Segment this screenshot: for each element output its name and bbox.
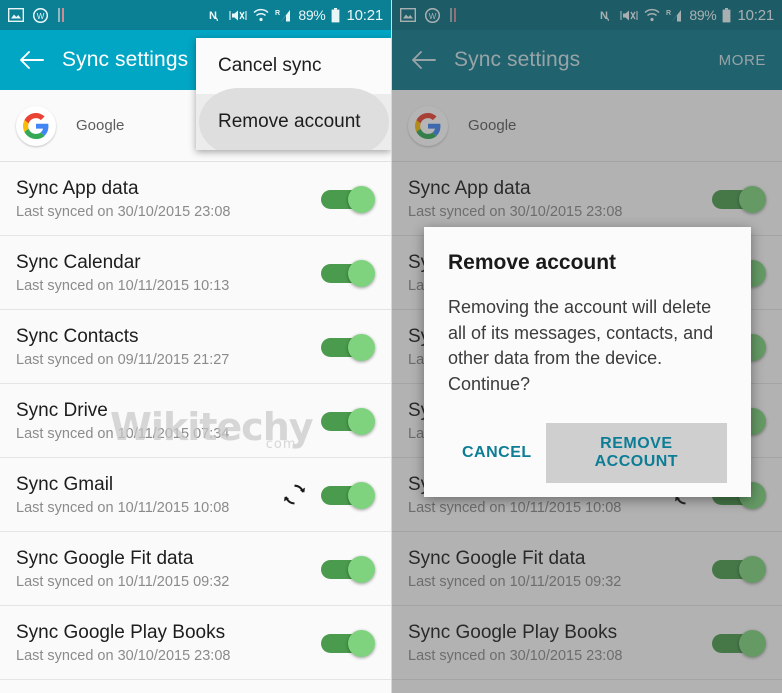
sync-row-controls: [321, 629, 375, 657]
sync-row-texts: Sync Calendar Last synced on 10/11/2015 1…: [16, 252, 321, 294]
vibrate-mute-icon: [229, 8, 247, 23]
toggle-thumb: [348, 555, 375, 583]
dialog-title: Remove account: [448, 251, 617, 274]
sync-row[interactable]: Sync App data Last synced on 30/10/2015 2…: [0, 162, 391, 236]
sync-row-controls: [321, 259, 375, 287]
sync-row-controls: [282, 481, 375, 509]
svg-text:N: N: [209, 10, 217, 22]
sync-row-texts: Sync Drive Last synced on 10/11/2015 07:3…: [16, 400, 321, 442]
sync-toggle[interactable]: [321, 185, 375, 213]
toggle-thumb: [348, 185, 375, 213]
cancel-button[interactable]: CANCEL: [448, 434, 546, 472]
sync-row-subtitle: Last synced on 09/11/2015 21:27: [16, 351, 230, 368]
sync-row-controls: [321, 407, 375, 435]
sync-row-title: Sync Contacts: [16, 325, 139, 347]
menu-item-cancel-sync[interactable]: Cancel sync: [196, 38, 391, 94]
toggle-thumb: [348, 407, 375, 435]
status-bar-left-icons: W: [8, 7, 65, 23]
account-type-label: Google: [76, 116, 125, 134]
sync-row-title: Sync Drive: [16, 399, 108, 421]
sync-settings-content: Google Sync App data Last synced on 30/10…: [0, 90, 391, 693]
toggle-thumb: [348, 259, 375, 287]
back-arrow-icon[interactable]: [16, 45, 46, 75]
sync-row-controls: [321, 555, 375, 583]
overflow-menu: Cancel sync Remove account: [196, 38, 391, 150]
sync-row-subtitle: Last synced on 30/10/2015 23:08: [16, 203, 231, 220]
sync-toggle[interactable]: [321, 407, 375, 435]
page-title: Sync settings: [62, 48, 189, 71]
sync-row-subtitle: Last synced on 10/11/2015 07:34: [16, 425, 230, 442]
weather-widget-icon: W: [33, 7, 48, 23]
sync-toggle[interactable]: [321, 481, 375, 509]
sync-row-texts: Sync Contacts Last synced on 09/11/2015 2…: [16, 326, 321, 368]
menu-item-remove-account[interactable]: Remove account: [196, 94, 391, 150]
account-text: Google: [76, 117, 124, 135]
sync-row-title: Sync Google Play Books: [16, 621, 226, 643]
sync-toggle[interactable]: [321, 555, 375, 583]
sync-items-list: Sync App data Last synced on 30/10/2015 2…: [0, 162, 391, 680]
sync-toggle[interactable]: [321, 629, 375, 657]
battery-icon: [331, 7, 340, 23]
sync-row[interactable]: Sync Google Fit data Last synced on 10/11…: [0, 532, 391, 606]
image-icon: [8, 8, 24, 22]
pause-bars-icon: [57, 8, 65, 22]
dual-screenshot-comparison: W N R 89% 10:21 Sync settings Google Syn…: [0, 0, 782, 693]
sync-row-subtitle: Last synced on 10/11/2015 09:32: [16, 573, 230, 590]
signal-roaming-icon: R: [275, 8, 292, 23]
sync-row-subtitle: Last synced on 10/11/2015 10:08: [16, 499, 230, 516]
status-bar-right-icons: N R 89% 10:21: [208, 7, 383, 24]
svg-text:W: W: [37, 12, 45, 21]
toggle-thumb: [348, 481, 375, 509]
menu-item-label: Cancel sync: [218, 55, 322, 76]
sync-row[interactable]: Sync Drive Last synced on 10/11/2015 07:3…: [0, 384, 391, 458]
sync-row[interactable]: Sync Gmail Last synced on 10/11/2015 10:0…: [0, 458, 391, 532]
phone-screen-dialog-open: W N R 89% 10:21 Sync settings MORE Googl…: [391, 0, 782, 693]
menu-item-label: Remove account: [218, 111, 361, 132]
remove-account-button[interactable]: REMOVE ACCOUNT: [545, 423, 727, 484]
remove-account-dialog: Remove account Removing the account will…: [424, 227, 751, 498]
svg-text:R: R: [275, 10, 280, 17]
sync-row-texts: Sync Gmail Last synced on 10/11/2015 10:0…: [16, 474, 282, 516]
sync-row-texts: Sync App data Last synced on 30/10/2015 2…: [16, 178, 321, 220]
toggle-thumb: [348, 629, 375, 657]
sync-row-controls: [321, 185, 375, 213]
nfc-icon: N: [208, 8, 223, 23]
sync-row-texts: Sync Google Play Books Last synced on 30/…: [16, 622, 321, 664]
sync-row-subtitle: Last synced on 30/10/2015 23:08: [16, 647, 231, 664]
sync-row-subtitle: Last synced on 10/11/2015 10:13: [16, 277, 230, 294]
sync-row-title: Sync Gmail: [16, 473, 114, 495]
sync-row[interactable]: Sync Google Play Books Last synced on 30/…: [0, 606, 391, 680]
sync-toggle[interactable]: [321, 259, 375, 287]
sync-row[interactable]: Sync Calendar Last synced on 10/11/2015 1…: [0, 236, 391, 310]
battery-percent-label: 89%: [298, 7, 326, 23]
dialog-message: Removing the account will delete all of …: [448, 297, 714, 394]
sync-spinner-icon: [284, 484, 305, 505]
sync-row-title: Sync App data: [16, 177, 139, 199]
toggle-thumb: [348, 333, 375, 361]
phone-screen-menu-open: W N R 89% 10:21 Sync settings Google Syn…: [0, 0, 391, 693]
dialog-actions: CANCEL REMOVE ACCOUNT: [448, 423, 727, 489]
sync-row-title: Sync Calendar: [16, 251, 141, 273]
sync-toggle[interactable]: [321, 333, 375, 361]
sync-row[interactable]: Sync Contacts Last synced on 09/11/2015 2…: [0, 310, 391, 384]
sync-row-texts: Sync Google Fit data Last synced on 10/11…: [16, 548, 321, 590]
google-logo-icon: [16, 105, 56, 146]
wifi-icon: [253, 8, 269, 22]
clock-label: 10:21: [346, 6, 383, 24]
sync-row-controls: [321, 333, 375, 361]
status-bar: W N R 89% 10:21: [0, 0, 391, 30]
sync-row-title: Sync Google Fit data: [16, 547, 194, 569]
